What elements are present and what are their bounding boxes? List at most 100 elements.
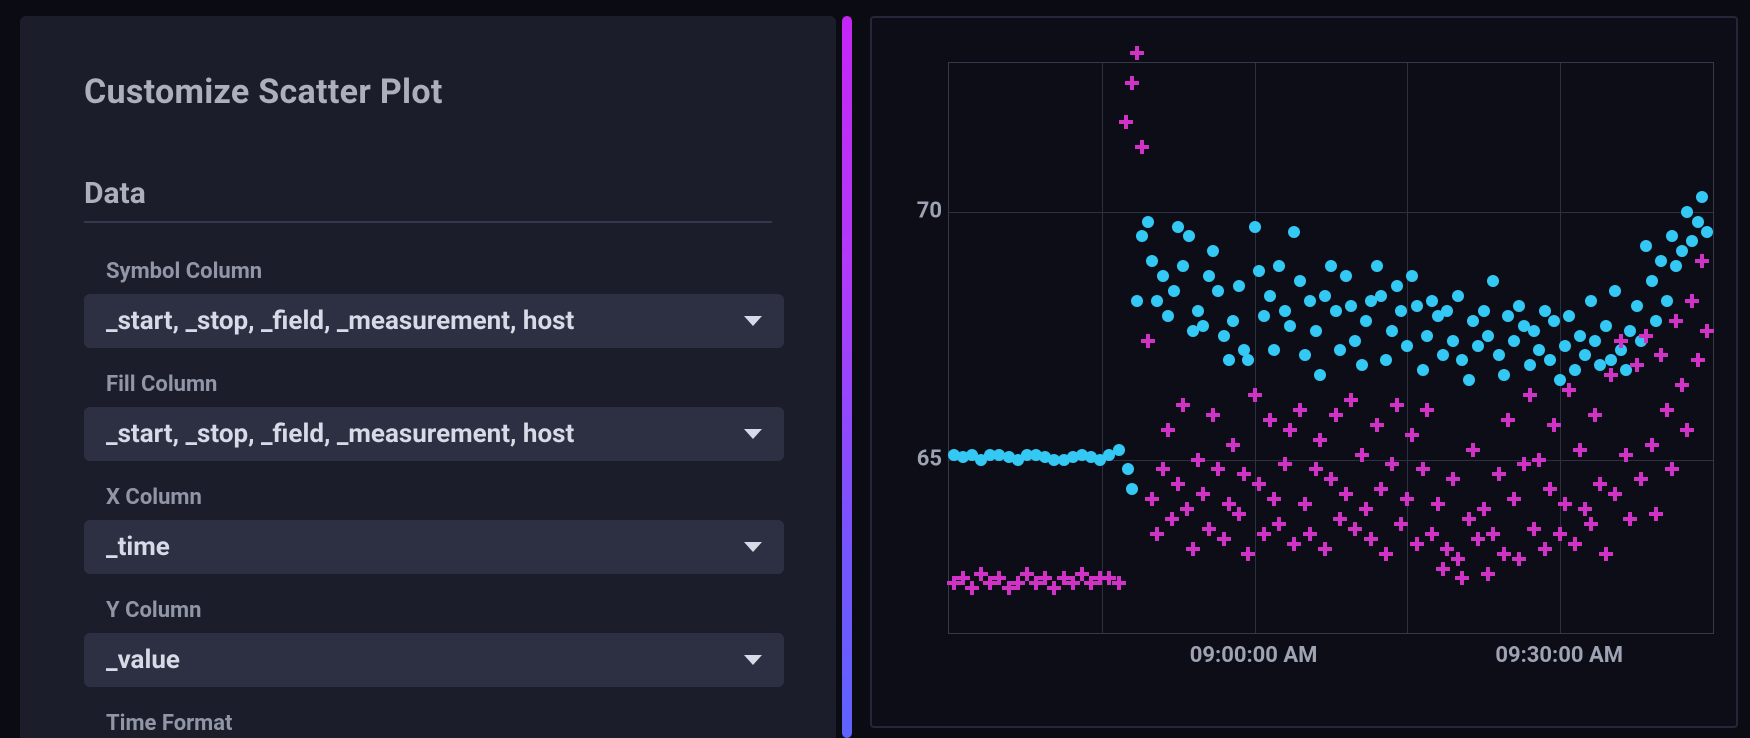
data-point-plus <box>1477 502 1491 516</box>
data-point-circle <box>1600 320 1612 332</box>
data-point-circle <box>1314 369 1326 381</box>
data-point-circle <box>1411 300 1423 312</box>
data-point-plus <box>1309 462 1323 476</box>
data-point-circle <box>1380 354 1392 366</box>
data-point-plus <box>1379 547 1393 561</box>
data-point-circle <box>1233 280 1245 292</box>
y-column-dropdown[interactable]: _value <box>84 633 784 687</box>
chevron-down-icon <box>744 429 762 439</box>
data-point-plus <box>1333 512 1347 526</box>
data-point-plus <box>1171 477 1185 491</box>
data-point-plus <box>1125 76 1139 90</box>
data-point-plus <box>1186 542 1200 556</box>
data-point-plus <box>1313 433 1327 447</box>
data-point-plus <box>1232 507 1246 521</box>
data-point-plus <box>1324 472 1338 486</box>
data-point-plus <box>1416 462 1430 476</box>
data-point-circle <box>1360 315 1372 327</box>
data-point-circle <box>1401 340 1413 352</box>
data-point-circle <box>1268 344 1280 356</box>
data-point-circle <box>1482 330 1494 342</box>
data-point-plus <box>1573 443 1587 457</box>
data-point-circle <box>1299 349 1311 361</box>
data-point-circle <box>1142 216 1154 228</box>
data-point-circle <box>1126 483 1138 495</box>
symbol-column-label: Symbol Column <box>106 259 772 284</box>
data-point-plus <box>1156 462 1170 476</box>
data-point-plus <box>1623 512 1637 526</box>
data-point-plus <box>1578 502 1592 516</box>
data-point-plus <box>1501 413 1515 427</box>
data-point-circle <box>1539 305 1551 317</box>
data-point-plus <box>1348 522 1362 536</box>
data-point-plus <box>1660 403 1674 417</box>
data-point-plus <box>1584 517 1598 531</box>
x-column-value: _time <box>106 532 170 562</box>
data-point-circle <box>1406 270 1418 282</box>
data-point-plus <box>1237 467 1251 481</box>
data-point-circle <box>1273 260 1285 272</box>
data-point-plus <box>1180 502 1194 516</box>
data-point-circle <box>1146 255 1158 267</box>
data-point-plus <box>1593 477 1607 491</box>
data-point-circle <box>1197 320 1209 332</box>
data-point-circle <box>1559 340 1571 352</box>
data-point-plus <box>1165 512 1179 526</box>
data-point-plus <box>1695 254 1709 268</box>
data-point-plus <box>1405 428 1419 442</box>
fill-column-dropdown[interactable]: _start, _stop, _field, _measurement, hos… <box>84 407 784 461</box>
data-point-plus <box>1562 383 1576 397</box>
data-point-plus <box>1691 353 1705 367</box>
scatter-plot[interactable] <box>948 62 1714 634</box>
data-point-plus <box>1512 552 1526 566</box>
data-point-plus <box>1446 472 1460 486</box>
data-point-circle <box>1168 285 1180 297</box>
data-point-plus <box>1364 532 1378 546</box>
data-point-circle <box>1192 305 1204 317</box>
data-point-circle <box>1310 325 1322 337</box>
x-axis-tick: 09:00:00 AM <box>1190 643 1318 668</box>
data-point-circle <box>1563 310 1575 322</box>
data-point-plus <box>1355 448 1369 462</box>
x-axis-tick: 09:30:00 AM <box>1495 643 1623 668</box>
data-point-circle <box>1136 230 1148 242</box>
symbol-column-dropdown[interactable]: _start, _stop, _field, _measurement, hos… <box>84 294 784 348</box>
time-format-label: Time Format <box>106 711 772 736</box>
data-point-plus <box>1400 492 1414 506</box>
data-point-plus <box>1359 502 1373 516</box>
data-point-circle <box>1386 325 1398 337</box>
data-point-circle <box>1375 290 1387 302</box>
data-point-plus <box>1202 522 1216 536</box>
data-point-plus <box>1298 497 1312 511</box>
data-point-circle <box>1650 315 1662 327</box>
data-point-plus <box>1287 537 1301 551</box>
fill-column-value: _start, _stop, _field, _measurement, hos… <box>106 419 574 449</box>
data-point-plus <box>1191 453 1205 467</box>
data-point-plus <box>1614 334 1628 348</box>
chevron-down-icon <box>744 542 762 552</box>
data-point-circle <box>1207 245 1219 257</box>
data-point-circle <box>1288 226 1300 238</box>
data-point-plus <box>1374 482 1388 496</box>
data-point-circle <box>1605 354 1617 366</box>
x-column-dropdown[interactable]: _time <box>84 520 784 574</box>
data-point-plus <box>1176 398 1190 412</box>
data-point-plus <box>1466 443 1480 457</box>
resize-handle[interactable] <box>842 16 852 738</box>
data-point-circle <box>1579 349 1591 361</box>
data-point-circle <box>1441 305 1453 317</box>
data-point-plus <box>1558 497 1572 511</box>
data-point-circle <box>1258 310 1270 322</box>
data-point-plus <box>1161 423 1175 437</box>
data-point-circle <box>1330 305 1342 317</box>
data-point-circle <box>1417 364 1429 376</box>
data-point-plus <box>965 581 979 595</box>
data-point-plus <box>1339 487 1353 501</box>
data-point-plus <box>1425 527 1439 541</box>
gridline-horizontal <box>949 212 1713 213</box>
data-point-circle <box>1319 290 1331 302</box>
data-point-plus <box>1455 571 1469 585</box>
data-point-circle <box>1686 235 1698 247</box>
data-point-circle <box>1646 275 1658 287</box>
data-point-circle <box>1249 221 1261 233</box>
